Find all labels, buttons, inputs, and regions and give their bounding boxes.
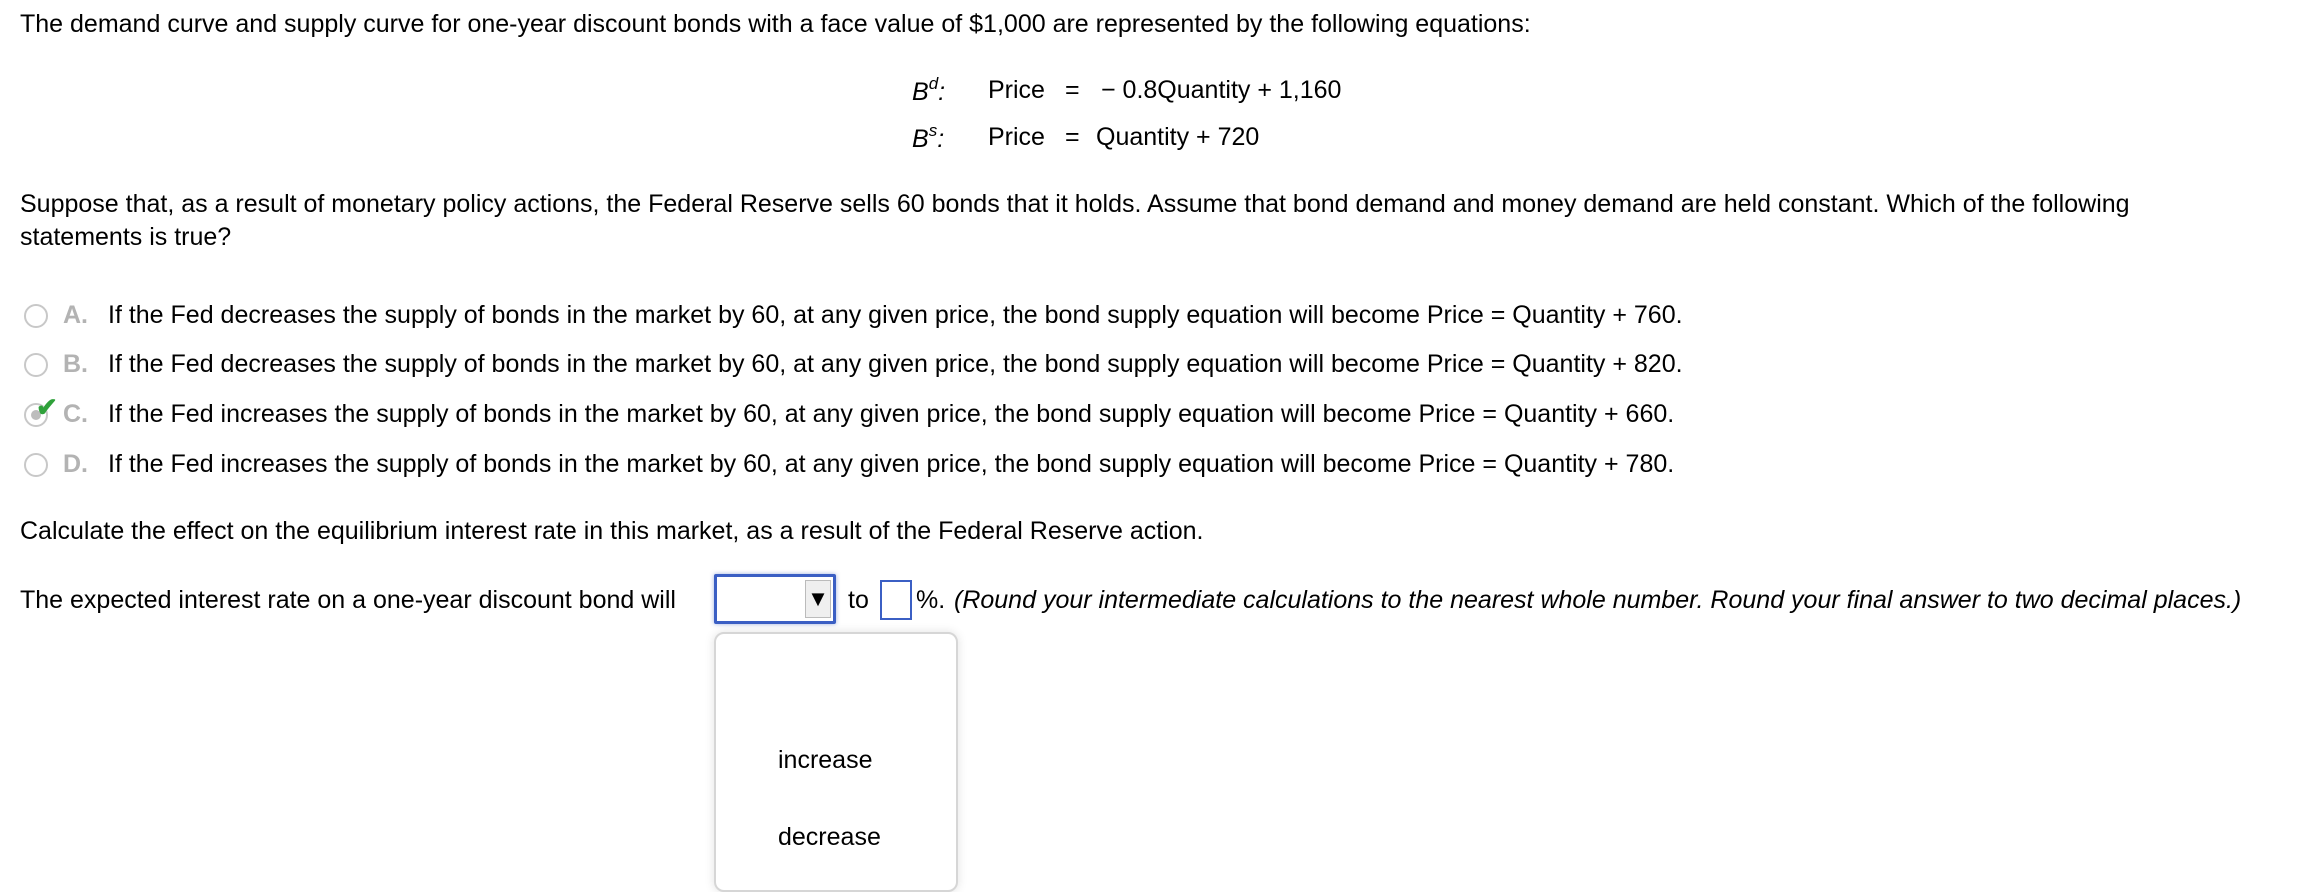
- direction-select[interactable]: ▼: [714, 574, 836, 624]
- supply-lhs: Price: [988, 123, 1045, 151]
- radio-button[interactable]: [24, 353, 48, 377]
- option-letter: A.: [63, 301, 88, 329]
- option-letter: B.: [63, 350, 88, 378]
- demand-lhs: Price: [988, 76, 1045, 104]
- supply-equation: Bs:: [912, 121, 945, 154]
- dropdown-option-increase[interactable]: increase: [778, 746, 873, 775]
- percent-suffix: %.: [916, 586, 946, 614]
- demand-label: Bd:: [912, 74, 946, 107]
- to-label: to: [848, 586, 869, 614]
- demand-rhs: − 0.8Quantity + 1,160: [1101, 76, 1342, 104]
- correct-check-icon: ✔: [36, 392, 58, 422]
- supply-rhs: Quantity + 720: [1096, 123, 1260, 151]
- dropdown-option-decrease[interactable]: decrease: [778, 823, 881, 852]
- option-letter: C.: [63, 400, 88, 428]
- radio-button[interactable]: [24, 304, 48, 328]
- question-text-line1: Suppose that, as a result of monetary po…: [20, 190, 2130, 218]
- radio-button[interactable]: [24, 453, 48, 477]
- question-text-line2: statements is true?: [20, 223, 232, 251]
- option-text: If the Fed decreases the supply of bonds…: [108, 350, 1683, 378]
- option-text: If the Fed increases the supply of bonds…: [108, 400, 1675, 428]
- dropdown-menu: increase decrease: [714, 632, 958, 892]
- intro-text: The demand curve and supply curve for on…: [20, 10, 1531, 38]
- calc-prompt: Calculate the effect on the equilibrium …: [20, 517, 1204, 545]
- option-text: If the Fed increases the supply of bonds…: [108, 450, 1675, 478]
- rounding-instruction: (Round your intermediate calculations to…: [954, 586, 2242, 614]
- supply-equals: =: [1065, 123, 1080, 151]
- dropdown-arrow-icon[interactable]: ▼: [805, 580, 831, 618]
- demand-equals: =: [1065, 76, 1080, 104]
- percent-input[interactable]: [880, 580, 912, 620]
- supply-label: Bs:: [912, 121, 945, 154]
- answer-prefix: The expected interest rate on a one-year…: [20, 586, 676, 614]
- option-text: If the Fed decreases the supply of bonds…: [108, 301, 1683, 329]
- option-letter: D.: [63, 450, 88, 478]
- demand-equation: Bd:: [912, 74, 946, 107]
